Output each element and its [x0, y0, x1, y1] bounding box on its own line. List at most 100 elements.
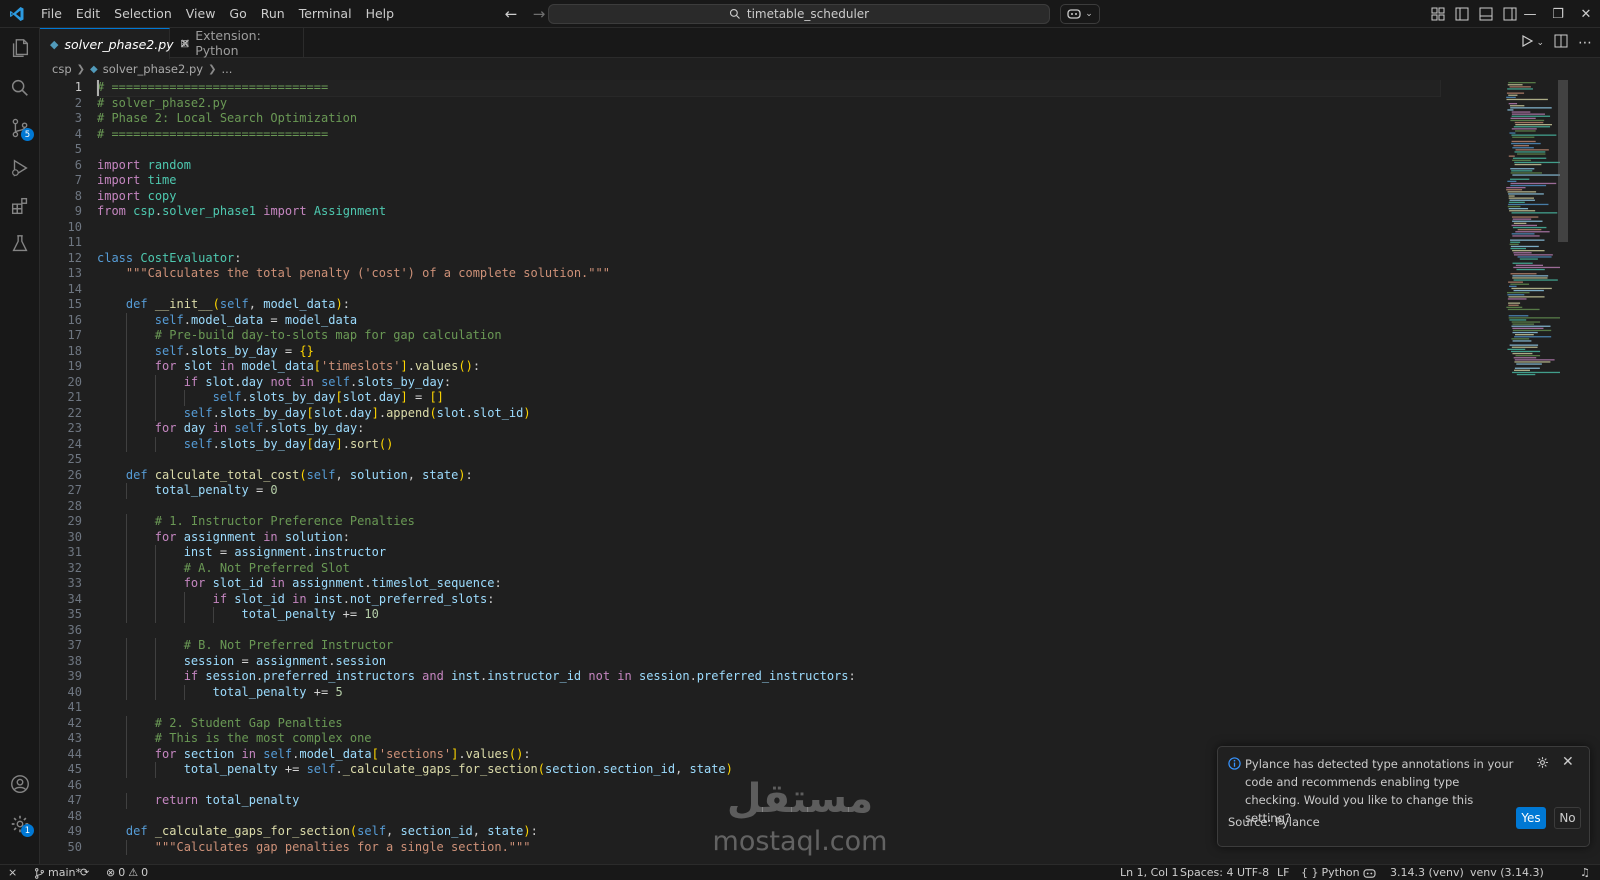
- code-line[interactable]: total_penalty += 10: [97, 607, 1440, 623]
- close-icon[interactable]: ✕: [1562, 754, 1574, 770]
- code-line[interactable]: def __init__(self, model_data):: [97, 297, 1440, 313]
- copilot-status-icon[interactable]: [1363, 865, 1376, 880]
- breadcrumb-file[interactable]: solver_phase2.py: [103, 62, 203, 76]
- gear-icon[interactable]: [1536, 756, 1549, 773]
- code-line[interactable]: for slot_id in assignment.timeslot_seque…: [97, 576, 1440, 592]
- restore-icon[interactable]: ❐: [1544, 0, 1572, 28]
- language-mode[interactable]: { } Python: [1301, 865, 1360, 880]
- encoding[interactable]: UTF-8: [1237, 865, 1269, 880]
- menu-terminal[interactable]: Terminal: [292, 0, 359, 28]
- code-line[interactable]: for day in self.slots_by_day:: [97, 421, 1440, 437]
- code-line[interactable]: # 2. Student Gap Penalties: [97, 715, 1440, 731]
- code-line[interactable]: # ==============================: [96, 80, 1441, 97]
- remote-indicator-icon[interactable]: ⨯: [8, 865, 17, 880]
- explorer-icon[interactable]: [0, 28, 40, 68]
- menu-selection[interactable]: Selection: [107, 0, 179, 28]
- code-line[interactable]: session = assignment.session: [97, 653, 1440, 669]
- code-line[interactable]: self.slots_by_day[slot.day] = []: [97, 390, 1440, 406]
- code-line[interactable]: [97, 235, 1440, 251]
- code-line[interactable]: [97, 220, 1440, 236]
- code-line[interactable]: [97, 499, 1440, 515]
- bell-icon[interactable]: ♫: [1580, 865, 1590, 880]
- code-line[interactable]: self.model_data = model_data: [97, 312, 1440, 328]
- menu-view[interactable]: View: [179, 0, 223, 28]
- run-debug-icon[interactable]: [0, 148, 40, 188]
- forward-arrow-icon[interactable]: →: [528, 3, 550, 25]
- code-line[interactable]: total_penalty = 0: [97, 483, 1440, 499]
- menu-file[interactable]: File: [34, 0, 69, 28]
- code-line[interactable]: from csp.solver_phase1 import Assignment: [97, 204, 1440, 220]
- code-line[interactable]: total_penalty += 5: [97, 684, 1440, 700]
- code-line[interactable]: [97, 700, 1440, 716]
- indentation[interactable]: Spaces: 4: [1180, 865, 1233, 880]
- cursor-position[interactable]: Ln 1, Col 1: [1120, 865, 1179, 880]
- toggle-primary-sidebar-icon[interactable]: [1454, 6, 1470, 22]
- menu-help[interactable]: Help: [359, 0, 402, 28]
- breadcrumb-symbols[interactable]: ...: [221, 62, 232, 76]
- code-line[interactable]: self.slots_by_day = {}: [97, 343, 1440, 359]
- extensions-icon[interactable]: [0, 186, 40, 226]
- source-control-icon[interactable]: 5: [0, 108, 40, 148]
- run-icon[interactable]: [1520, 34, 1534, 52]
- code-line[interactable]: [97, 282, 1440, 298]
- chevron-down-icon[interactable]: ⌄: [1536, 38, 1544, 48]
- code-line[interactable]: if slot.day not in self.slots_by_day:: [97, 374, 1440, 390]
- back-arrow-icon[interactable]: ←: [500, 3, 522, 25]
- code-line[interactable]: self.slots_by_day[slot.day].append(slot.…: [97, 405, 1440, 421]
- code-line[interactable]: # Pre-build day-to-slots map for gap cal…: [97, 328, 1440, 344]
- settings-gear-icon[interactable]: 1: [0, 804, 40, 844]
- python-version[interactable]: 3.14.3 (venv): [1390, 865, 1464, 880]
- code-line[interactable]: # B. Not Preferred Instructor: [97, 638, 1440, 654]
- code-line[interactable]: for assignment in solution:: [97, 529, 1440, 545]
- tab-solver-phase2[interactable]: ◆ solver_phase2.py ✕: [40, 28, 190, 59]
- account-icon[interactable]: [0, 764, 40, 804]
- sync-icon[interactable]: ⟳: [80, 865, 89, 880]
- code-line[interactable]: import random: [97, 158, 1440, 174]
- code-line[interactable]: # solver_phase2.py: [97, 96, 1440, 112]
- code-line[interactable]: class CostEvaluator:: [97, 251, 1440, 267]
- customize-layout-icon[interactable]: [1430, 6, 1446, 22]
- code-line[interactable]: if session.preferred_instructors and ins…: [97, 669, 1440, 685]
- command-center-search[interactable]: timetable_scheduler: [548, 4, 1050, 24]
- code-line[interactable]: [97, 623, 1440, 639]
- code-line[interactable]: # This is the most complex one: [97, 731, 1440, 747]
- testing-icon[interactable]: [0, 224, 40, 264]
- code-line[interactable]: [97, 142, 1440, 158]
- branch-indicator[interactable]: main*: [34, 865, 81, 880]
- code-line[interactable]: # A. Not Preferred Slot: [97, 560, 1440, 576]
- line-ending[interactable]: LF: [1277, 865, 1289, 880]
- code-line[interactable]: # ==============================: [97, 127, 1440, 143]
- code-line[interactable]: """Calculates the total penalty ('cost')…: [97, 266, 1440, 282]
- toggle-panel-icon[interactable]: [1478, 6, 1494, 22]
- code-line[interactable]: inst = assignment.instructor: [97, 545, 1440, 561]
- python-interpreter[interactable]: venv (3.14.3): [1470, 865, 1544, 880]
- code-line[interactable]: # 1. Instructor Preference Penalties: [97, 514, 1440, 530]
- code-line[interactable]: # Phase 2: Local Search Optimization: [97, 111, 1440, 127]
- search-icon[interactable]: [0, 68, 40, 108]
- code-line[interactable]: import time: [97, 173, 1440, 189]
- close-window-icon[interactable]: ✕: [1572, 0, 1600, 28]
- code-line[interactable]: self.slots_by_day[day].sort(): [97, 436, 1440, 452]
- minimap[interactable]: [1496, 80, 1560, 380]
- breadcrumb-folder[interactable]: csp: [52, 62, 72, 76]
- menu-edit[interactable]: Edit: [69, 0, 107, 28]
- minimize-icon[interactable]: —: [1516, 0, 1544, 28]
- copilot-button[interactable]: ⌄: [1060, 4, 1100, 24]
- code-line[interactable]: def calculate_total_cost(self, solution,…: [97, 468, 1440, 484]
- problems-indicator[interactable]: ⊗ 0 ⚠ 0: [106, 865, 148, 880]
- code-line[interactable]: for slot in model_data['timeslots'].valu…: [97, 359, 1440, 375]
- menu-run[interactable]: Run: [254, 0, 292, 28]
- code-line[interactable]: [97, 452, 1440, 468]
- tab-extension-python[interactable]: ⊞ Extension: Python: [170, 28, 304, 58]
- minimap-line: [1514, 161, 1560, 164]
- code-line[interactable]: if slot_id in inst.not_preferred_slots:: [97, 591, 1440, 607]
- code-area[interactable]: # ============================== # solver…: [96, 80, 1441, 855]
- code-line[interactable]: import copy: [97, 189, 1440, 205]
- yes-button[interactable]: Yes: [1516, 807, 1546, 829]
- split-editor-icon[interactable]: [1554, 34, 1568, 52]
- line-number: 12: [67, 250, 82, 265]
- scrollbar-thumb[interactable]: [1558, 80, 1568, 242]
- menu-go[interactable]: Go: [222, 0, 253, 28]
- no-button[interactable]: No: [1554, 807, 1581, 829]
- more-icon[interactable]: ⋯: [1578, 35, 1592, 51]
